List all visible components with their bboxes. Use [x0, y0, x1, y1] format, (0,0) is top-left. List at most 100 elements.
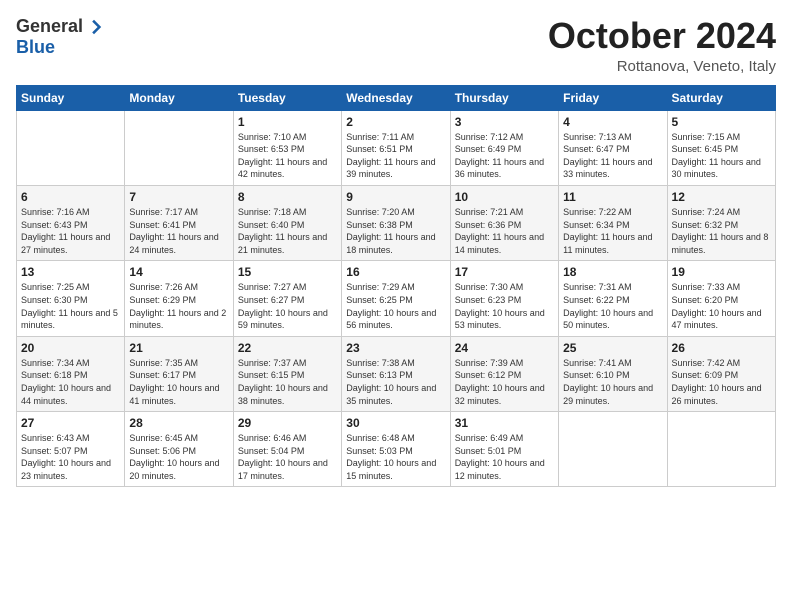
table-row: 22 Sunrise: 7:37 AM Sunset: 6:15 PM Dayli…	[233, 336, 341, 411]
table-row: 12Sunrise: 7:24 AM Sunset: 6:32 PM Dayli…	[667, 185, 775, 260]
header-monday: Monday	[125, 85, 233, 110]
table-row: 27Sunrise: 6:43 AM Sunset: 5:07 PM Dayli…	[17, 412, 125, 487]
day-number: 21	[129, 341, 228, 355]
day-number: 14	[129, 265, 228, 279]
table-row: 21 Sunrise: 7:35 AM Sunset: 6:17 PM Dayli…	[125, 336, 233, 411]
table-row: 17 Sunrise: 7:30 AM Sunset: 6:23 PM Dayli…	[450, 261, 558, 336]
day-info: Sunrise: 6:49 AM Sunset: 5:01 PM Dayligh…	[455, 432, 554, 482]
day-number: 16	[346, 265, 445, 279]
header-thursday: Thursday	[450, 85, 558, 110]
table-row: 29 Sunrise: 6:46 AM Sunset: 5:04 PM Dayli…	[233, 412, 341, 487]
weekday-header-row: Sunday Monday Tuesday Wednesday Thursday…	[17, 85, 776, 110]
table-row: 7 Sunrise: 7:17 AM Sunset: 6:41 PM Daylig…	[125, 185, 233, 260]
day-info: Sunrise: 6:45 AM Sunset: 5:06 PM Dayligh…	[129, 432, 228, 482]
day-info: Sunrise: 7:12 AM Sunset: 6:49 PM Dayligh…	[455, 131, 554, 181]
day-info: Sunrise: 7:30 AM Sunset: 6:23 PM Dayligh…	[455, 281, 554, 331]
day-info: Sunrise: 7:17 AM Sunset: 6:41 PM Dayligh…	[129, 206, 228, 256]
day-number: 27	[21, 416, 120, 430]
day-number: 29	[238, 416, 337, 430]
day-info: Sunrise: 7:22 AM Sunset: 6:34 PM Dayligh…	[563, 206, 662, 256]
day-info: Sunrise: 7:24 AM Sunset: 6:32 PM Dayligh…	[672, 206, 771, 256]
table-row: 3 Sunrise: 7:12 AM Sunset: 6:49 PM Daylig…	[450, 110, 558, 185]
table-row: 10 Sunrise: 7:21 AM Sunset: 6:36 PM Dayli…	[450, 185, 558, 260]
table-row: 4Sunrise: 7:13 AM Sunset: 6:47 PM Daylig…	[559, 110, 667, 185]
month-title: October 2024	[548, 16, 776, 56]
calendar-week-row: 20 Sunrise: 7:34 AM Sunset: 6:18 PM Dayli…	[17, 336, 776, 411]
header-friday: Friday	[559, 85, 667, 110]
table-row: 6Sunrise: 7:16 AM Sunset: 6:43 PM Daylig…	[17, 185, 125, 260]
title-block: October 2024 Rottanova, Veneto, Italy	[548, 16, 776, 75]
day-number: 20	[21, 341, 120, 355]
calendar-week-row: 27Sunrise: 6:43 AM Sunset: 5:07 PM Dayli…	[17, 412, 776, 487]
day-info: Sunrise: 7:27 AM Sunset: 6:27 PM Dayligh…	[238, 281, 337, 331]
day-info: Sunrise: 7:11 AM Sunset: 6:51 PM Dayligh…	[346, 131, 445, 181]
day-number: 15	[238, 265, 337, 279]
table-row: 13 Sunrise: 7:25 AM Sunset: 6:30 PM Dayli…	[17, 261, 125, 336]
day-info: Sunrise: 6:46 AM Sunset: 5:04 PM Dayligh…	[238, 432, 337, 482]
day-number: 2	[346, 115, 445, 129]
logo-icon	[85, 18, 103, 36]
table-row: 18 Sunrise: 7:31 AM Sunset: 6:22 PM Dayli…	[559, 261, 667, 336]
table-row: 5 Sunrise: 7:15 AM Sunset: 6:45 PM Daylig…	[667, 110, 775, 185]
calendar-table: Sunday Monday Tuesday Wednesday Thursday…	[16, 85, 776, 488]
day-number: 22	[238, 341, 337, 355]
day-number: 9	[346, 190, 445, 204]
table-row: 11 Sunrise: 7:22 AM Sunset: 6:34 PM Dayli…	[559, 185, 667, 260]
table-row: 9 Sunrise: 7:20 AM Sunset: 6:38 PM Daylig…	[342, 185, 450, 260]
day-info: Sunrise: 7:41 AM Sunset: 6:10 PM Dayligh…	[563, 357, 662, 407]
day-number: 26	[672, 341, 771, 355]
logo: General Blue	[16, 16, 103, 58]
day-info: Sunrise: 7:38 AM Sunset: 6:13 PM Dayligh…	[346, 357, 445, 407]
table-row: 25 Sunrise: 7:41 AM Sunset: 6:10 PM Dayli…	[559, 336, 667, 411]
day-number: 19	[672, 265, 771, 279]
day-number: 28	[129, 416, 228, 430]
day-info: Sunrise: 7:35 AM Sunset: 6:17 PM Dayligh…	[129, 357, 228, 407]
header-tuesday: Tuesday	[233, 85, 341, 110]
day-info: Sunrise: 7:15 AM Sunset: 6:45 PM Dayligh…	[672, 131, 771, 181]
calendar-page: General Blue October 2024 Rottanova, Ven…	[0, 0, 792, 612]
table-row: 24Sunrise: 7:39 AM Sunset: 6:12 PM Dayli…	[450, 336, 558, 411]
logo-general-text: General	[16, 16, 83, 37]
day-number: 3	[455, 115, 554, 129]
day-info: Sunrise: 7:16 AM Sunset: 6:43 PM Dayligh…	[21, 206, 120, 256]
day-number: 23	[346, 341, 445, 355]
table-row: 20 Sunrise: 7:34 AM Sunset: 6:18 PM Dayli…	[17, 336, 125, 411]
day-info: Sunrise: 7:25 AM Sunset: 6:30 PM Dayligh…	[21, 281, 120, 331]
table-row: 15 Sunrise: 7:27 AM Sunset: 6:27 PM Dayli…	[233, 261, 341, 336]
table-row	[667, 412, 775, 487]
table-row: 28 Sunrise: 6:45 AM Sunset: 5:06 PM Dayli…	[125, 412, 233, 487]
day-info: Sunrise: 7:29 AM Sunset: 6:25 PM Dayligh…	[346, 281, 445, 331]
logo-blue-text: Blue	[16, 37, 55, 57]
day-number: 17	[455, 265, 554, 279]
day-number: 10	[455, 190, 554, 204]
day-number: 18	[563, 265, 662, 279]
calendar-week-row: 1Sunrise: 7:10 AM Sunset: 6:53 PM Daylig…	[17, 110, 776, 185]
day-number: 8	[238, 190, 337, 204]
day-number: 5	[672, 115, 771, 129]
header-wednesday: Wednesday	[342, 85, 450, 110]
day-info: Sunrise: 7:31 AM Sunset: 6:22 PM Dayligh…	[563, 281, 662, 331]
day-info: Sunrise: 7:20 AM Sunset: 6:38 PM Dayligh…	[346, 206, 445, 256]
day-number: 24	[455, 341, 554, 355]
table-row	[125, 110, 233, 185]
table-row	[559, 412, 667, 487]
day-number: 30	[346, 416, 445, 430]
day-number: 1	[238, 115, 337, 129]
table-row: 14Sunrise: 7:26 AM Sunset: 6:29 PM Dayli…	[125, 261, 233, 336]
day-info: Sunrise: 7:42 AM Sunset: 6:09 PM Dayligh…	[672, 357, 771, 407]
day-number: 11	[563, 190, 662, 204]
day-info: Sunrise: 7:34 AM Sunset: 6:18 PM Dayligh…	[21, 357, 120, 407]
day-info: Sunrise: 7:21 AM Sunset: 6:36 PM Dayligh…	[455, 206, 554, 256]
day-info: Sunrise: 7:33 AM Sunset: 6:20 PM Dayligh…	[672, 281, 771, 331]
table-row: 31Sunrise: 6:49 AM Sunset: 5:01 PM Dayli…	[450, 412, 558, 487]
table-row: 16 Sunrise: 7:29 AM Sunset: 6:25 PM Dayli…	[342, 261, 450, 336]
table-row: 8Sunrise: 7:18 AM Sunset: 6:40 PM Daylig…	[233, 185, 341, 260]
table-row: 19 Sunrise: 7:33 AM Sunset: 6:20 PM Dayli…	[667, 261, 775, 336]
day-number: 7	[129, 190, 228, 204]
day-number: 13	[21, 265, 120, 279]
day-info: Sunrise: 7:37 AM Sunset: 6:15 PM Dayligh…	[238, 357, 337, 407]
location: Rottanova, Veneto, Italy	[548, 58, 776, 75]
calendar-week-row: 6Sunrise: 7:16 AM Sunset: 6:43 PM Daylig…	[17, 185, 776, 260]
day-number: 25	[563, 341, 662, 355]
header: General Blue October 2024 Rottanova, Ven…	[16, 16, 776, 75]
